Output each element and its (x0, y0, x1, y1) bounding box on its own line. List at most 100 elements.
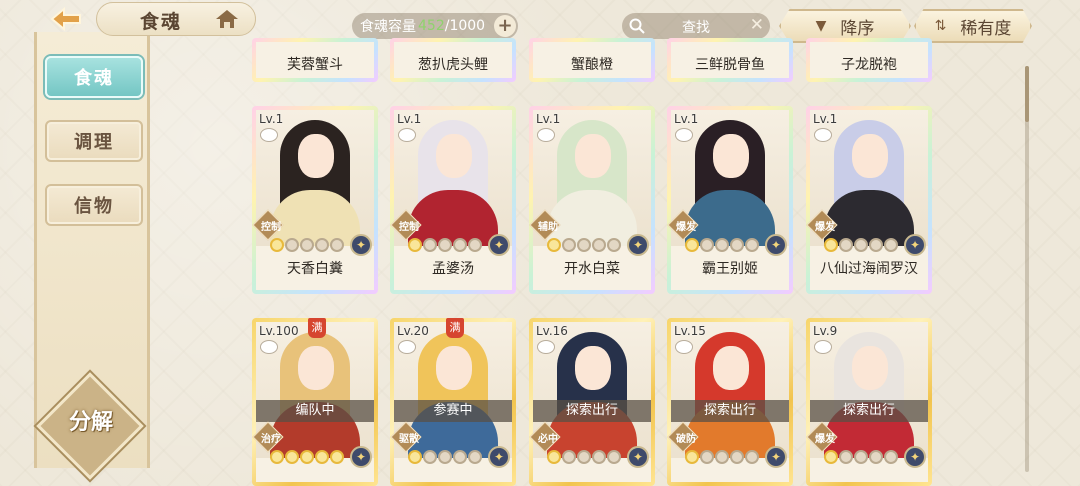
star-icon (270, 238, 284, 252)
food-soul-card[interactable]: Lv.20 满参赛中 驱散 ✦ (390, 318, 516, 486)
scrollbar[interactable] (1025, 66, 1029, 472)
star-icon (285, 450, 299, 464)
element-icon: ✦ (765, 234, 787, 256)
star-icon (330, 450, 344, 464)
star-rating (685, 238, 759, 252)
level-label: Lv.1 (397, 112, 422, 126)
element-icon: ✦ (350, 446, 372, 468)
star-icon (438, 238, 452, 252)
element-icon: ✦ (904, 234, 926, 256)
element-icon: ✦ (627, 234, 649, 256)
character-face (298, 346, 334, 390)
star-icon (577, 238, 591, 252)
character-face (852, 134, 888, 178)
chat-bubble-icon (675, 340, 693, 354)
character-face (298, 134, 334, 178)
star-icon (884, 450, 898, 464)
star-icon (869, 450, 883, 464)
food-soul-name: 子龙脱袍 (841, 57, 897, 73)
food-soul-card[interactable]: Lv.15 探索出行 破防 ✦ (667, 318, 793, 486)
star-icon (547, 238, 561, 252)
level-label: Lv.20 (397, 324, 429, 338)
star-rating (408, 238, 482, 252)
food-soul-card[interactable]: Lv.9 探索出行 爆发 ✦ (806, 318, 932, 486)
food-soul-card[interactable]: Lv.1 控制 ✦ 天香白糞 (252, 106, 378, 294)
element-icon: ✦ (488, 234, 510, 256)
star-icon (330, 238, 344, 252)
card-body: Lv.1 辅助 ✦ 开水白菜 (529, 110, 651, 290)
card-body: 芙蓉蟹斗 (256, 42, 374, 78)
card-body: 葱扒虎头鲤 (394, 42, 512, 78)
character-face (852, 346, 888, 390)
level-label: Lv.9 (813, 324, 838, 338)
card-body: Lv.16 探索出行 必中 ✦ (529, 322, 651, 482)
card-body: 子龙脱袍 (810, 42, 928, 78)
status-banner: 参赛中 (394, 400, 512, 422)
food-soul-card[interactable]: Lv.1 爆发 ✦ 霸王别姬 (667, 106, 793, 294)
food-soul-name: 开水白菜 (564, 261, 620, 277)
star-icon (824, 238, 838, 252)
role-label: 爆发 (815, 222, 835, 233)
max-level-badge: 满 (446, 318, 464, 338)
star-icon (824, 450, 838, 464)
star-icon (270, 450, 284, 464)
star-icon (438, 450, 452, 464)
food-soul-card[interactable]: Lv.1 辅助 ✦ 开水白菜 (529, 106, 655, 294)
star-rating (824, 238, 898, 252)
star-icon (607, 450, 621, 464)
role-label: 破防 (676, 434, 696, 445)
character-face (713, 346, 749, 390)
chat-bubble-icon (398, 340, 416, 354)
star-icon (869, 238, 883, 252)
chat-bubble-icon (814, 128, 832, 142)
star-rating (685, 450, 759, 464)
star-icon (408, 238, 422, 252)
chat-bubble-icon (398, 128, 416, 142)
character-face (436, 346, 472, 390)
element-icon: ✦ (350, 234, 372, 256)
star-icon (408, 450, 422, 464)
star-icon (562, 450, 576, 464)
card-body: Lv.100 满编队中 治疗 ✦ (252, 318, 374, 482)
star-icon (715, 238, 729, 252)
star-icon (547, 450, 561, 464)
star-rating (547, 238, 621, 252)
food-soul-card[interactable]: Lv.100 满编队中 治疗 ✦ (252, 318, 378, 486)
scroll-thumb[interactable] (1025, 66, 1029, 122)
food-soul-grid: 芙蓉蟹斗 葱扒虎头鲤 蟹酿橙 三鲜脱骨鱼 子龙脱袍 Lv.1 控制 ✦ 天香白糞 Lv.1 控制 ✦ 孟… (0, 0, 1080, 486)
chat-bubble-icon (537, 340, 555, 354)
card-body: Lv.20 满参赛中 驱散 ✦ (390, 318, 512, 482)
chat-bubble-icon (537, 128, 555, 142)
star-icon (562, 238, 576, 252)
food-soul-card[interactable]: 葱扒虎头鲤 (390, 38, 516, 82)
food-soul-card[interactable]: Lv.16 探索出行 必中 ✦ (529, 318, 655, 486)
character-face (575, 346, 611, 390)
star-icon (453, 450, 467, 464)
star-icon (468, 450, 482, 464)
food-soul-card[interactable]: 子龙脱袍 (806, 38, 932, 82)
star-icon (577, 450, 591, 464)
star-rating (270, 238, 344, 252)
level-label: Lv.1 (674, 112, 699, 126)
food-soul-card[interactable]: 蟹酿橙 (529, 38, 655, 82)
level-label: Lv.16 (536, 324, 568, 338)
card-body: Lv.15 探索出行 破防 ✦ (667, 322, 789, 482)
food-soul-card[interactable]: 三鲜脱骨鱼 (667, 38, 793, 82)
star-icon (285, 238, 299, 252)
food-soul-name: 八仙过海闹罗汉 (820, 261, 918, 277)
status-banner: 探索出行 (810, 400, 928, 422)
level-label: Lv.100 (259, 324, 299, 338)
role-label: 辅助 (538, 222, 558, 233)
food-soul-card[interactable]: Lv.1 爆发 ✦ 八仙过海闹罗汉 (806, 106, 932, 294)
level-label: Lv.1 (536, 112, 561, 126)
role-label: 治疗 (261, 434, 281, 445)
food-soul-card[interactable]: Lv.1 控制 ✦ 孟婆汤 (390, 106, 516, 294)
food-soul-name: 孟婆汤 (432, 261, 474, 277)
role-label: 爆发 (815, 434, 835, 445)
chat-bubble-icon (260, 128, 278, 142)
food-soul-card[interactable]: 芙蓉蟹斗 (252, 38, 378, 82)
element-icon: ✦ (765, 446, 787, 468)
card-body: 三鲜脱骨鱼 (671, 42, 789, 78)
element-icon: ✦ (488, 446, 510, 468)
star-icon (423, 238, 437, 252)
